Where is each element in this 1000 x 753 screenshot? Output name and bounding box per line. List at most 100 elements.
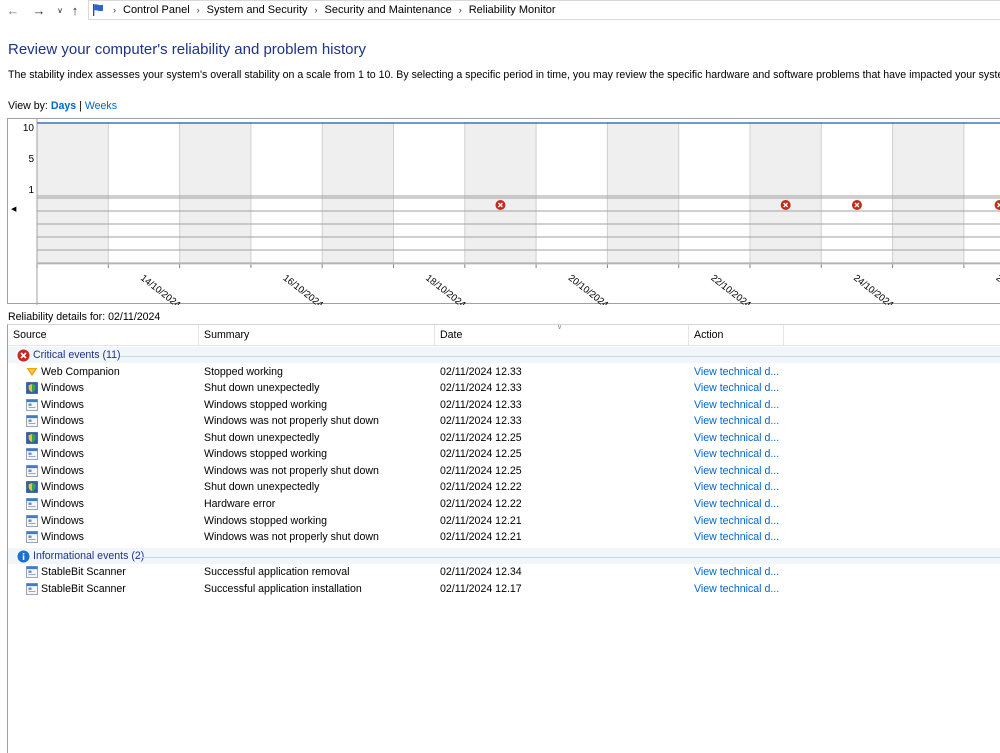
row-source: StableBit Scanner xyxy=(41,566,126,579)
stability-chart[interactable]: 10 5 1 14/10/2024 16/10/2024 18/10/2024 20/10/… xyxy=(7,118,1000,305)
breadcrumb-separator-icon: › xyxy=(458,5,462,15)
windows-app-icon xyxy=(26,464,38,477)
view-technical-details-link[interactable]: View technical d... xyxy=(694,481,779,493)
table-row[interactable]: Windows Windows stopped working 02/11/2024… xyxy=(8,513,1000,530)
windows-app-icon xyxy=(26,415,38,428)
chart-day-column xyxy=(750,122,822,264)
table-row[interactable]: Web Companion Stopped working 02/11/2024 1… xyxy=(8,364,1000,381)
view-technical-details-link[interactable]: View technical d... xyxy=(694,498,779,510)
chart-day-column xyxy=(179,122,251,264)
row-date: 02/11/2024 12.33 xyxy=(440,365,522,378)
table-row[interactable]: Windows Shut down unexpectedly 02/11/2024 … xyxy=(8,430,1000,447)
chart-x-tick-label: 22/10/2024 xyxy=(709,273,753,305)
table-row[interactable]: Windows Shut down unexpectedly 02/11/2024 … xyxy=(8,479,1000,496)
view-technical-details-link[interactable]: View technical d... xyxy=(694,399,779,411)
group-label: Informational events (2) xyxy=(33,549,145,562)
stability-chart-svg[interactable]: 10 5 1 14/10/2024 16/10/2024 18/10/2024 20/10/… xyxy=(8,119,1000,305)
column-header-source[interactable]: Source xyxy=(8,325,199,346)
view-by-label: View by: xyxy=(8,100,48,112)
chart-x-tick-label: 20/10/2024 xyxy=(566,273,610,305)
row-date: 02/11/2024 12.34 xyxy=(440,566,522,579)
error-icon xyxy=(17,349,30,362)
chart-day-column xyxy=(464,122,537,264)
sort-descending-icon: ∨ xyxy=(557,324,563,331)
view-technical-details-link[interactable]: View technical d... xyxy=(694,366,779,378)
chart-x-tick-label: 24/10/2024 xyxy=(851,273,895,305)
scroll-left-icon[interactable]: ◀ xyxy=(11,205,16,213)
view-technical-details-link[interactable]: View technical d... xyxy=(694,566,779,578)
view-technical-details-link[interactable]: View technical d... xyxy=(694,432,779,444)
row-source: Windows xyxy=(41,514,84,527)
chart-x-tick-label: 18/10/2024 xyxy=(423,273,467,305)
view-technical-details-link[interactable]: View technical d... xyxy=(694,531,779,543)
table-row[interactable]: Windows Windows stopped working 02/11/2024… xyxy=(8,397,1000,414)
page-title: Review your computer's reliability and p… xyxy=(8,41,367,58)
row-summary: Stopped working xyxy=(204,365,283,378)
table-row[interactable]: Windows Shut down unexpectedly 02/11/2024 … xyxy=(8,380,1000,397)
chart-x-tick-label: 16/10/2024 xyxy=(281,273,325,305)
column-header-action[interactable]: Action xyxy=(689,325,784,346)
breadcrumb-control-panel[interactable]: Control Panel xyxy=(123,4,190,16)
view-by-selector: View by: Days | Weeks xyxy=(8,100,117,112)
back-arrow-icon[interactable]: ← xyxy=(4,1,22,19)
view-technical-details-link[interactable]: View technical d... xyxy=(694,515,779,527)
table-row[interactable]: StableBit Scanner Successful application … xyxy=(8,564,1000,581)
forward-arrow-icon[interactable]: → xyxy=(30,1,48,19)
row-summary: Successful application removal xyxy=(204,566,350,579)
column-header-summary[interactable]: Summary xyxy=(199,325,435,346)
windows-app-icon xyxy=(26,566,38,579)
row-date: 02/11/2024 12.33 xyxy=(440,382,522,395)
group-divider xyxy=(138,556,1000,558)
critical-events-group[interactable]: Critical events (11) xyxy=(8,347,1000,363)
windows-shield-icon xyxy=(26,382,38,394)
row-date: 02/11/2024 12.25 xyxy=(440,464,522,477)
breadcrumb-security-and-maintenance[interactable]: Security and Maintenance xyxy=(325,4,452,16)
breadcrumb-system-and-security[interactable]: System and Security xyxy=(207,4,308,16)
view-technical-details-link[interactable]: View technical d... xyxy=(694,448,779,460)
breadcrumb[interactable]: › Control Panel › System and Security › … xyxy=(88,0,1000,20)
table-row[interactable]: Windows Windows was not properly shut dow… xyxy=(8,413,1000,430)
view-technical-details-link[interactable]: View technical d... xyxy=(694,382,779,394)
windows-app-icon xyxy=(26,448,38,461)
table-row[interactable]: Windows Hardware error 02/11/2024 12.22 Vie… xyxy=(8,496,1000,513)
row-date: 02/11/2024 12.17 xyxy=(440,582,522,595)
row-source: Windows xyxy=(41,382,84,395)
group-divider xyxy=(120,356,1000,357)
row-summary: Windows stopped working xyxy=(204,448,328,461)
row-summary: Windows was not properly shut down xyxy=(204,531,379,544)
informational-events-group[interactable]: Informational events (2) xyxy=(8,547,1000,564)
row-date: 02/11/2024 12.22 xyxy=(440,481,522,494)
windows-shield-icon xyxy=(26,481,38,494)
row-source: StableBit Scanner xyxy=(41,582,126,595)
breadcrumb-separator-icon: › xyxy=(113,5,116,15)
windows-app-icon xyxy=(26,498,38,510)
recent-locations-chevron-icon[interactable]: ∨ xyxy=(54,1,66,19)
row-summary: Hardware error xyxy=(204,498,276,510)
chart-y-tick-label: 1 xyxy=(28,185,34,196)
chart-x-tick-label: 26/10/2024 xyxy=(994,273,1000,305)
windows-app-icon xyxy=(26,582,38,595)
row-source: Windows xyxy=(41,398,84,411)
breadcrumb-reliability-monitor[interactable]: Reliability Monitor xyxy=(469,4,556,16)
table-row[interactable]: Windows Windows stopped working 02/11/2024… xyxy=(8,446,1000,463)
table-row[interactable]: Windows Windows was not properly shut dow… xyxy=(8,529,1000,546)
row-source: Windows xyxy=(41,531,84,544)
chart-day-column xyxy=(322,122,394,264)
table-row[interactable]: Windows Windows was not properly shut dow… xyxy=(8,463,1000,480)
view-days-link[interactable]: Days xyxy=(51,100,76,112)
row-summary: Windows was not properly shut down xyxy=(204,464,379,477)
reliability-details-table: Source Summary Date Action ∨ Critical ev… xyxy=(7,324,1000,753)
view-technical-details-link[interactable]: View technical d... xyxy=(694,465,779,477)
row-summary: Successful application installation xyxy=(204,582,362,595)
view-technical-details-link[interactable]: View technical d... xyxy=(694,415,779,427)
view-technical-details-link[interactable]: View technical d... xyxy=(694,583,779,595)
view-weeks-link[interactable]: Weeks xyxy=(85,100,117,112)
table-header: Source Summary Date Action ∨ xyxy=(8,324,1000,346)
table-row[interactable]: StableBit Scanner Successful application … xyxy=(8,581,1000,598)
info-icon xyxy=(17,550,30,563)
row-source: Windows xyxy=(41,431,84,444)
view-separator: | xyxy=(79,100,82,112)
up-arrow-icon[interactable]: ↑ xyxy=(66,1,84,19)
row-source: Web Companion xyxy=(41,365,120,378)
row-summary: Windows was not properly shut down xyxy=(204,415,379,428)
